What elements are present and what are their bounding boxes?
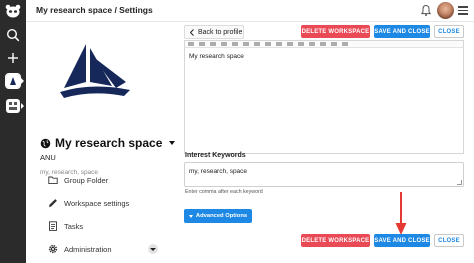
organization-label: ANU xyxy=(40,153,56,162)
format-icon[interactable] xyxy=(265,42,271,46)
settings-main: Back to profile DELETE WORKSPACE SAVE AN… xyxy=(178,22,474,263)
delete-workspace-button-bottom[interactable]: DELETE WORKSPACE xyxy=(301,234,370,247)
avatar[interactable] xyxy=(437,2,454,19)
format-icon[interactable] xyxy=(276,42,282,46)
nav-group-folder[interactable]: Group Folder xyxy=(48,175,108,185)
app-rail xyxy=(0,0,26,263)
add-icon[interactable] xyxy=(6,51,20,65)
bell-icon[interactable] xyxy=(420,4,432,17)
chevron-right-icon xyxy=(21,103,24,109)
format-icon[interactable] xyxy=(188,42,194,46)
format-icon[interactable] xyxy=(320,42,326,46)
nav-tasks[interactable]: Tasks xyxy=(48,221,83,231)
chevron-right-icon xyxy=(21,78,24,84)
interest-keywords-help: Enter comma after each keyword xyxy=(185,189,263,195)
save-and-close-button[interactable]: SAVE AND CLOSE xyxy=(374,25,430,38)
hamburger-menu-icon[interactable] xyxy=(458,6,468,15)
nav-label: Administration xyxy=(64,244,112,254)
back-to-profile-button[interactable]: Back to profile xyxy=(184,25,244,39)
save-and-close-button-bottom[interactable]: SAVE AND CLOSE xyxy=(374,234,430,247)
format-icon[interactable] xyxy=(210,42,216,46)
top-bar: My research space / Settings xyxy=(26,0,474,22)
format-icon[interactable] xyxy=(298,42,304,46)
nav-label: Tasks xyxy=(64,221,84,231)
annotation-arrow-icon xyxy=(395,192,407,235)
format-icon[interactable] xyxy=(243,42,249,46)
delete-workspace-button[interactable]: DELETE WORKSPACE xyxy=(301,25,370,38)
nav-administration[interactable]: Administration xyxy=(48,244,158,254)
pencil-icon xyxy=(49,199,57,207)
advanced-options-button[interactable]: Advanced Options xyxy=(184,209,252,223)
workspace-sidebar: My research space ANU my, research, spac… xyxy=(26,22,178,263)
globe-icon xyxy=(40,138,51,148)
interest-keywords-value: my, research, space xyxy=(189,168,248,175)
folder-icon xyxy=(48,176,58,185)
raccoon-logo-icon[interactable] xyxy=(5,4,21,18)
editor-content[interactable]: My research space xyxy=(185,48,463,65)
caret-down-icon[interactable] xyxy=(169,141,176,145)
caret-down-icon xyxy=(149,247,156,251)
format-icon[interactable] xyxy=(221,42,227,46)
administration-expand-button[interactable] xyxy=(147,244,158,254)
close-button-bottom[interactable]: CLOSE xyxy=(434,234,464,247)
back-label: Back to profile xyxy=(198,28,243,36)
format-icon[interactable] xyxy=(309,42,315,46)
interest-keywords-input[interactable]: my, research, space xyxy=(184,162,464,187)
chevron-left-icon xyxy=(189,28,194,36)
format-icon[interactable] xyxy=(254,42,260,46)
format-icon[interactable] xyxy=(287,42,293,46)
format-icon[interactable] xyxy=(199,42,205,46)
search-icon[interactable] xyxy=(6,28,20,42)
format-icon[interactable] xyxy=(331,42,337,46)
close-button[interactable]: CLOSE xyxy=(434,25,464,38)
sailboat-logo-icon xyxy=(60,44,130,98)
chevron-down-icon xyxy=(188,214,193,218)
format-icon[interactable] xyxy=(232,42,238,46)
nav-workspace-settings[interactable]: Workspace settings xyxy=(48,198,129,208)
resize-handle-icon[interactable] xyxy=(457,180,462,185)
workspace-title[interactable]: My research space xyxy=(40,136,176,150)
workspace-name: My research space xyxy=(55,136,163,150)
gear-icon xyxy=(48,244,58,254)
nav-label: Workspace settings xyxy=(64,198,130,208)
breadcrumb: My research space / Settings xyxy=(36,5,153,15)
nav-label: Group Folder xyxy=(64,175,109,185)
description-editor[interactable]: My research space xyxy=(184,40,464,154)
editor-toolbar[interactable] xyxy=(185,41,463,48)
checklist-icon xyxy=(49,221,57,231)
format-icon[interactable] xyxy=(342,42,348,46)
user-apps-icon[interactable] xyxy=(6,99,20,113)
workspace-switcher-icon[interactable] xyxy=(5,73,21,89)
interest-keywords-label: Interest Keywords xyxy=(185,152,246,159)
advanced-options-label: Advanced Options xyxy=(195,213,248,219)
